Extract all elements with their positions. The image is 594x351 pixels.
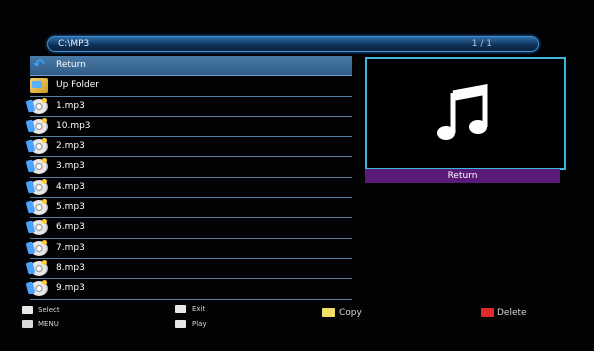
file-list-item[interactable]: ↶ Return bbox=[30, 56, 352, 77]
preview-label: Return bbox=[365, 169, 560, 183]
file-list-item[interactable]: 1.mp3 bbox=[30, 97, 352, 117]
file-name: 2.mp3 bbox=[56, 141, 85, 152]
file-list-item[interactable]: 3.mp3 bbox=[30, 157, 352, 178]
delete-key-icon bbox=[481, 308, 494, 317]
music-file-icon bbox=[30, 158, 48, 175]
file-list-item[interactable]: 8.mp3 bbox=[30, 259, 352, 280]
play-hint: Play bbox=[192, 320, 207, 328]
music-file-icon bbox=[30, 239, 48, 256]
music-file-icon bbox=[30, 259, 48, 276]
file-list: ↶ Return Up Folder 1.mp3 10.mp3 2.mp3 3.mp3 4.m… bbox=[30, 56, 352, 300]
copy-hint: Copy bbox=[339, 308, 362, 318]
file-name: 6.mp3 bbox=[56, 222, 85, 233]
file-list-item[interactable]: 2.mp3 bbox=[30, 137, 352, 158]
file-name: 3.mp3 bbox=[56, 161, 85, 172]
file-name: 8.mp3 bbox=[56, 262, 85, 273]
return-icon: ↶ bbox=[33, 57, 45, 73]
file-name: 5.mp3 bbox=[56, 202, 85, 213]
exit-hint: Exit bbox=[192, 305, 206, 313]
file-list-item[interactable]: 4.mp3 bbox=[30, 178, 352, 199]
file-name: 4.mp3 bbox=[56, 181, 85, 192]
current-path: C:\MP3 bbox=[58, 39, 90, 49]
music-file-icon bbox=[30, 280, 48, 297]
select-hint: Select bbox=[38, 306, 60, 314]
play-key-icon bbox=[175, 320, 186, 328]
file-name: 9.mp3 bbox=[56, 283, 85, 294]
copy-key-icon bbox=[322, 308, 335, 317]
menu-key-icon bbox=[22, 320, 33, 328]
file-name: 7.mp3 bbox=[56, 242, 85, 253]
preview-pane bbox=[365, 57, 566, 170]
music-file-icon bbox=[30, 199, 48, 216]
music-file-icon bbox=[30, 178, 48, 195]
file-list-item[interactable]: 9.mp3 bbox=[30, 279, 352, 300]
folder-icon bbox=[30, 78, 48, 94]
music-file-icon bbox=[30, 138, 48, 155]
path-bar: C:\MP3 1 / 1 bbox=[47, 36, 539, 52]
file-list-item[interactable]: 7.mp3 bbox=[30, 239, 352, 259]
file-list-item[interactable]: Up Folder bbox=[30, 76, 352, 97]
music-file-icon bbox=[30, 97, 48, 114]
music-note-icon bbox=[437, 83, 488, 140]
file-name: 1.mp3 bbox=[56, 100, 85, 111]
delete-hint: Delete bbox=[497, 308, 527, 318]
exit-key-icon bbox=[175, 305, 186, 313]
file-list-item[interactable]: 6.mp3 bbox=[30, 218, 352, 239]
file-list-item[interactable]: 10.mp3 bbox=[30, 117, 352, 138]
file-name: Up Folder bbox=[56, 80, 99, 91]
page-indicator: 1 / 1 bbox=[471, 39, 492, 49]
media-browser-screen: C:\MP3 1 / 1 ↶ Return Up Folder 1.mp3 10.mp3… bbox=[0, 0, 594, 351]
menu-hint: MENU bbox=[38, 320, 59, 328]
select-key-icon bbox=[22, 306, 33, 314]
file-name: Return bbox=[56, 60, 86, 70]
footer-legend: Select MENU Exit Play Copy Delete bbox=[0, 300, 594, 336]
music-file-icon bbox=[30, 219, 48, 236]
file-list-item[interactable]: 5.mp3 bbox=[30, 198, 352, 219]
file-name: 10.mp3 bbox=[56, 120, 91, 131]
music-file-icon bbox=[30, 117, 48, 134]
